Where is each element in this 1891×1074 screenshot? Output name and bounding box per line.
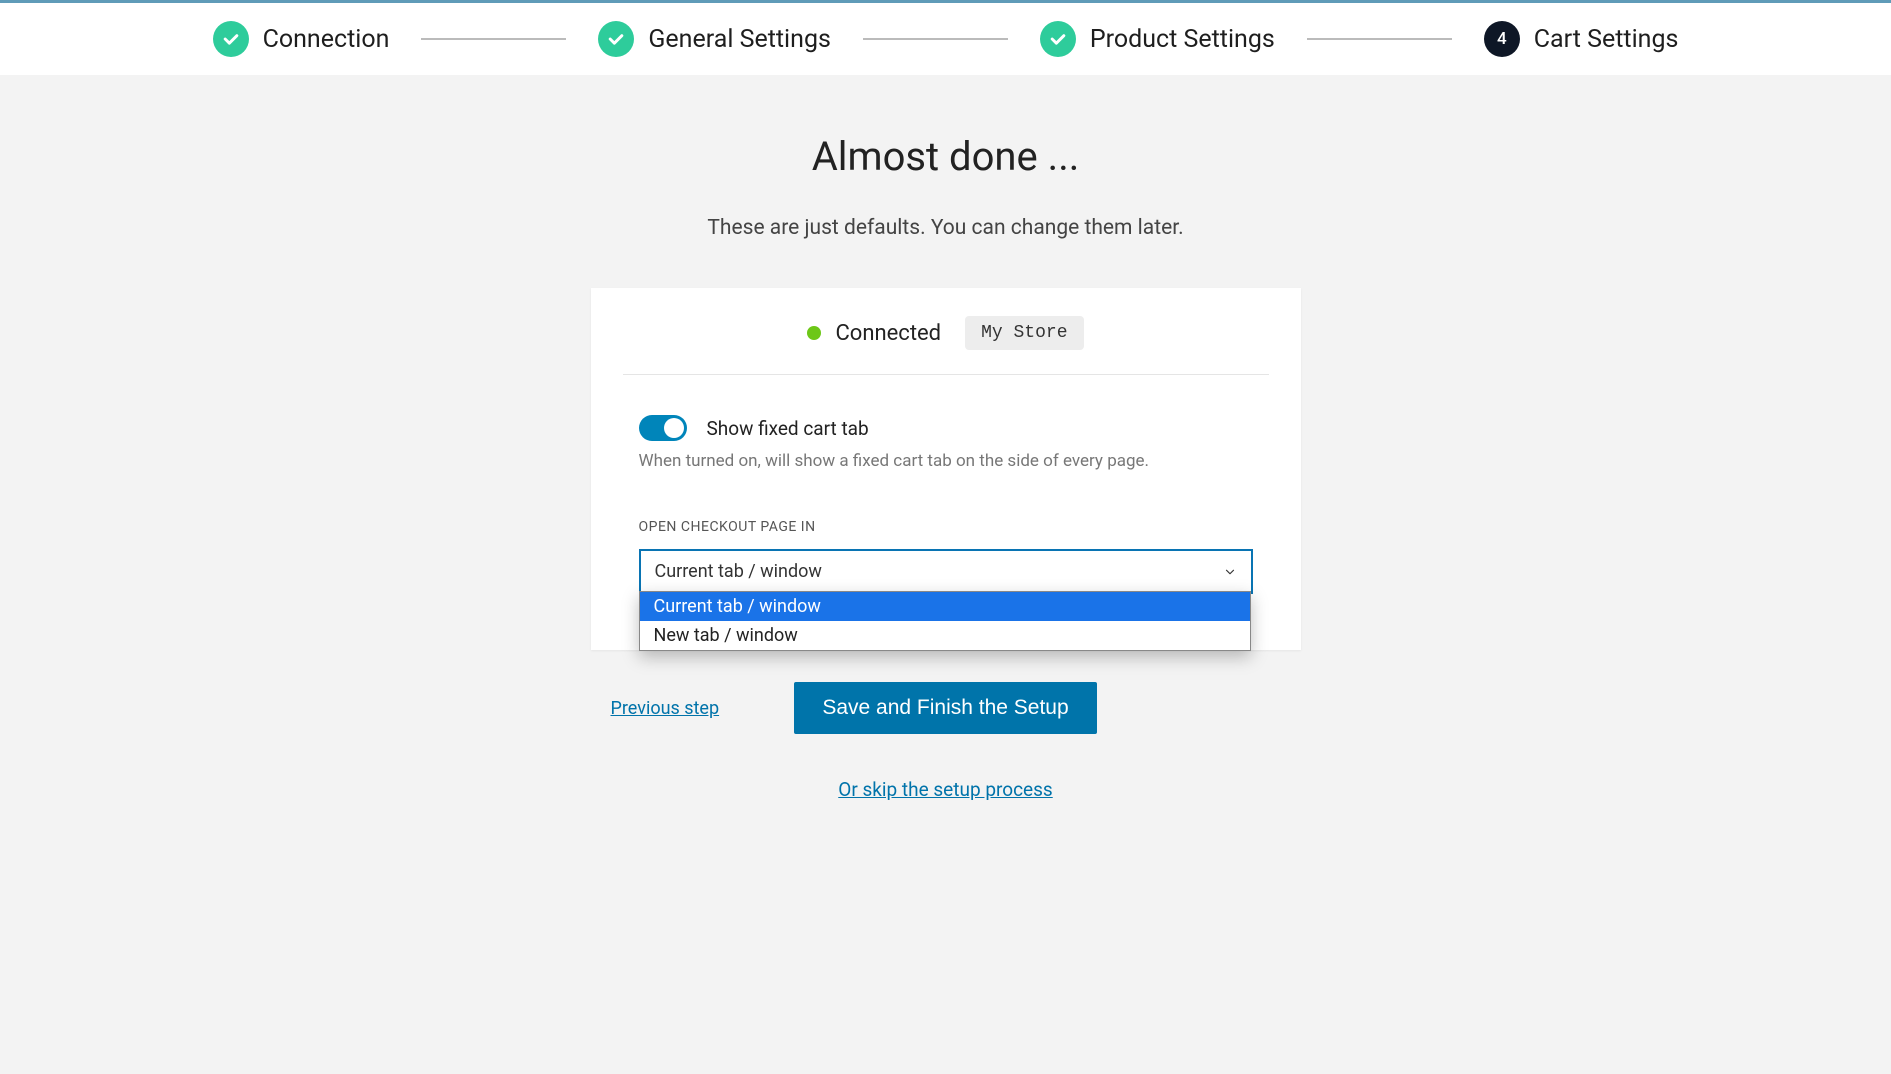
step-connector — [1307, 38, 1452, 40]
checkout-select[interactable]: Current tab / window — [639, 549, 1253, 594]
page-subtitle: These are just defaults. You can change … — [0, 216, 1891, 240]
step-label: Product Settings — [1090, 25, 1275, 54]
checkout-selected-value: Current tab / window — [655, 561, 822, 582]
cart-tab-toggle-label: Show fixed cart tab — [707, 417, 869, 440]
skip-setup-link[interactable]: Or skip the setup process — [838, 778, 1052, 801]
settings-card: Connected My Store Show fixed cart tab W… — [591, 288, 1301, 650]
step-general-settings[interactable]: General Settings — [598, 21, 831, 57]
check-circle-icon — [598, 21, 634, 57]
connection-status-label: Connected — [835, 321, 941, 346]
step-product-settings[interactable]: Product Settings — [1040, 21, 1275, 57]
checkout-option-current-tab[interactable]: Current tab / window — [640, 592, 1250, 621]
status-dot-icon — [807, 326, 821, 340]
step-group: Connection General Settings Product Sett… — [213, 21, 1679, 57]
step-connector — [863, 38, 1008, 40]
checkout-option-new-tab[interactable]: New tab / window — [640, 621, 1250, 650]
step-label: Connection — [263, 25, 390, 54]
cart-tab-toggle[interactable] — [639, 415, 687, 441]
progress-steps-bar: Connection General Settings Product Sett… — [0, 3, 1891, 75]
store-name-badge: My Store — [965, 316, 1083, 350]
checkout-select-wrapper: Current tab / window Current tab / windo… — [639, 549, 1253, 594]
card-header: Connected My Store — [591, 288, 1301, 374]
checkout-select-label: OPEN CHECKOUT PAGE IN — [639, 519, 1253, 535]
skip-link-row: Or skip the setup process — [0, 778, 1891, 841]
chevron-down-icon — [1223, 565, 1237, 579]
save-finish-button[interactable]: Save and Finish the Setup — [794, 682, 1096, 734]
cart-tab-toggle-description: When turned on, will show a fixed cart t… — [639, 451, 1253, 471]
main-content: Almost done ... These are just defaults.… — [0, 75, 1891, 841]
actions-row: Previous step Save and Finish the Setup — [591, 682, 1301, 754]
step-connection[interactable]: Connection — [213, 21, 390, 57]
step-connector — [421, 38, 566, 40]
cart-tab-toggle-row: Show fixed cart tab — [639, 415, 1253, 441]
step-label: Cart Settings — [1534, 25, 1679, 54]
step-number: 4 — [1497, 29, 1507, 49]
step-number-circle: 4 — [1484, 21, 1520, 57]
step-label: General Settings — [648, 25, 831, 54]
toggle-knob — [664, 418, 684, 438]
check-circle-icon — [1040, 21, 1076, 57]
card-body: Show fixed cart tab When turned on, will… — [591, 375, 1301, 650]
page-title: Almost done ... — [0, 133, 1891, 180]
check-circle-icon — [213, 21, 249, 57]
previous-step-link[interactable]: Previous step — [611, 698, 720, 719]
step-cart-settings[interactable]: 4 Cart Settings — [1484, 21, 1679, 57]
checkout-dropdown-list: Current tab / window New tab / window — [639, 591, 1251, 651]
